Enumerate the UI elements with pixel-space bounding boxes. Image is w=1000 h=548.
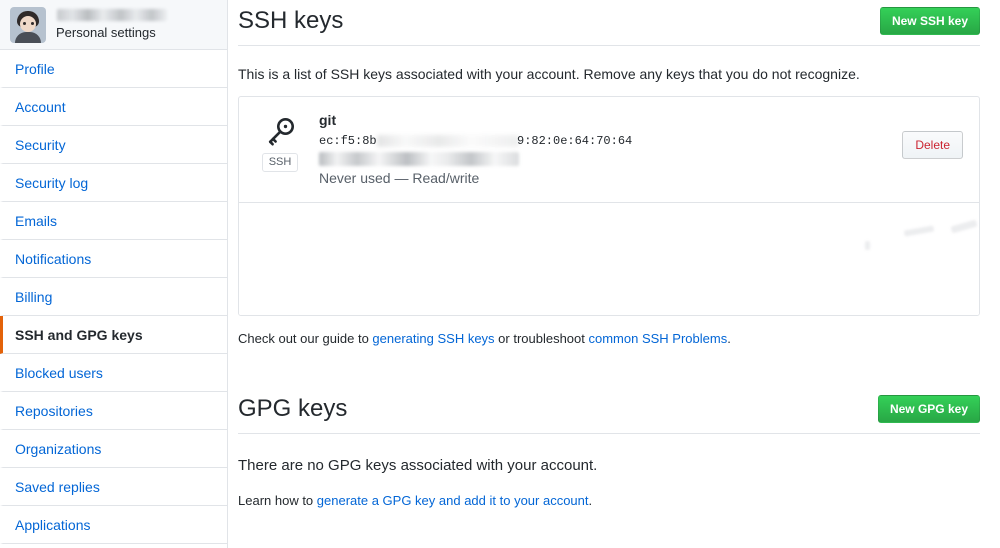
sidebar-item-emails[interactable]: Emails [0,202,227,240]
gpg-learn-prefix: Learn how to [238,493,317,508]
ssh-keys-description: This is a list of SSH keys associated wi… [238,65,980,83]
ssh-guide-middle: or troubleshoot [495,331,589,346]
generate-gpg-key-link[interactable]: generate a GPG key and add it to your ac… [317,493,589,508]
fingerprint-end: 9:82:0e:64:70:64 [517,132,632,150]
settings-sidebar: Personal settings Profile Account Securi… [0,0,228,548]
gpg-learn-suffix: . [589,493,593,508]
sidebar-item-billing[interactable]: Billing [0,278,227,316]
avatar [10,7,46,43]
username-redacted [57,9,167,21]
key-icon [263,115,297,149]
sidebar-item-repositories[interactable]: Repositories [0,392,227,430]
main-content: SSH keys New SSH key This is a list of S… [228,0,1000,548]
sidebar-item-applications[interactable]: Applications [0,506,227,544]
ssh-key-row: SSH git ec:f5:8b 9:82:0e:64:70:64 Never … [239,97,979,203]
avatar-body [15,32,41,43]
ssh-keys-header: SSH keys New SSH key [238,0,980,46]
ssh-keys-empty-area [239,203,979,315]
common-ssh-problems-link[interactable]: common SSH Problems [589,331,728,346]
personal-settings-label: Personal settings [56,25,167,40]
new-ssh-key-button[interactable]: New SSH key [880,7,980,35]
ssh-keys-title: SSH keys [238,5,343,37]
ssh-keys-list: SSH git ec:f5:8b 9:82:0e:64:70:64 Never … [238,96,980,316]
gpg-keys-header: GPG keys New GPG key [238,388,980,434]
gpg-keys-empty-text: There are no GPG keys associated with yo… [238,456,980,476]
artifact-mark-1 [865,241,870,250]
ssh-key-added-date-redacted [319,152,519,166]
ssh-guide-text: Check out our guide to generating SSH ke… [238,330,980,348]
sidebar-account-header[interactable]: Personal settings [0,0,227,50]
sidebar-item-account[interactable]: Account [0,88,227,126]
ssh-key-fingerprint: ec:f5:8b 9:82:0e:64:70:64 [319,132,902,150]
sidebar-item-organizations[interactable]: Organizations [0,430,227,468]
artifact-mark-3 [951,220,978,234]
sidebar-item-notifications[interactable]: Notifications [0,240,227,278]
sidebar-item-profile[interactable]: Profile [0,50,227,88]
ssh-key-type-badge: SSH [262,153,299,172]
generating-ssh-keys-link[interactable]: generating SSH keys [372,331,494,346]
ssh-key-details: git ec:f5:8b 9:82:0e:64:70:64 Never used… [305,111,902,188]
avatar-eye-left [23,22,26,25]
sidebar-item-security-log[interactable]: Security log [0,164,227,202]
new-gpg-key-button[interactable]: New GPG key [878,395,980,423]
ssh-key-actions: Delete [902,111,965,159]
settings-page: Personal settings Profile Account Securi… [0,0,1000,548]
ssh-key-status: Never used — Read/write [319,169,902,188]
sidebar-item-blocked-users[interactable]: Blocked users [0,354,227,392]
ssh-guide-prefix: Check out our guide to [238,331,372,346]
fingerprint-redacted [377,135,519,147]
gpg-keys-title: GPG keys [238,393,347,425]
sidebar-item-security[interactable]: Security [0,126,227,164]
ssh-guide-suffix: . [727,331,731,346]
delete-ssh-key-button[interactable]: Delete [902,131,963,159]
sidebar-item-ssh-and-gpg-keys[interactable]: SSH and GPG keys [0,316,227,354]
fingerprint-start: ec:f5:8b [319,132,377,150]
ssh-key-title: git [319,111,902,129]
gpg-learn-text: Learn how to generate a GPG key and add … [238,492,980,510]
ssh-key-icon-group: SSH [255,111,305,172]
sidebar-item-saved-replies[interactable]: Saved replies [0,468,227,506]
sidebar-account-identity: Personal settings [55,9,167,40]
avatar-eye-right [31,22,34,25]
artifact-mark-2 [904,225,935,236]
